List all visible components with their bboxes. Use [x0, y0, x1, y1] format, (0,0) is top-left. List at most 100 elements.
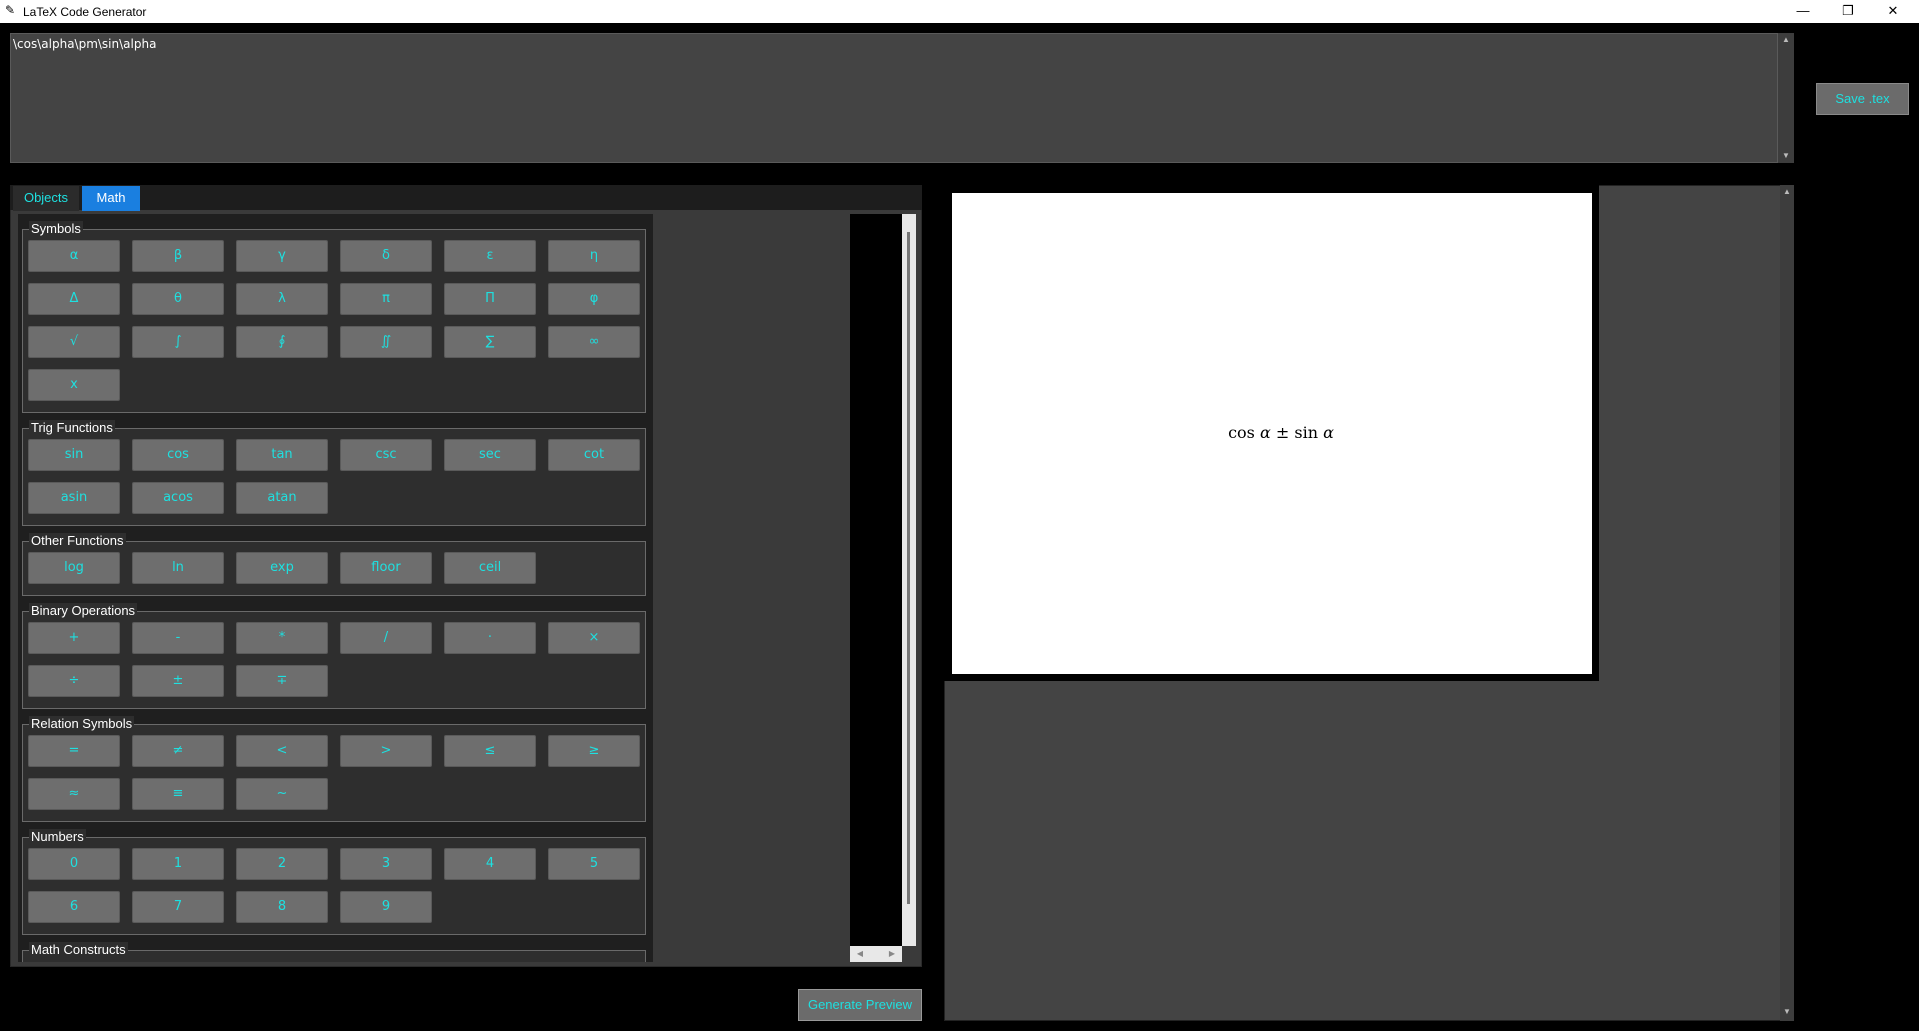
insert-button[interactable]: x	[28, 369, 120, 401]
insert-button[interactable]: 0	[28, 848, 120, 880]
insert-button[interactable]: γ	[236, 240, 328, 272]
feather-icon: ✎	[5, 3, 16, 17]
insert-button[interactable]: ∬	[340, 326, 432, 358]
group-other-functions: Other Functions log ln exp floor ceil	[22, 533, 646, 596]
insert-button[interactable]: csc	[340, 439, 432, 471]
minimize-button[interactable]: —	[1781, 0, 1825, 23]
insert-button[interactable]: Π	[444, 283, 536, 315]
insert-button[interactable]: <	[236, 735, 328, 767]
insert-button[interactable]: cos	[132, 439, 224, 471]
insert-button[interactable]: atan	[236, 482, 328, 514]
scroll-down-icon[interactable]: ▼	[1778, 151, 1794, 160]
group-trig-functions: Trig Functions sin cos tan csc sec cot asin acos…	[22, 420, 646, 526]
insert-button[interactable]: 8	[236, 891, 328, 923]
insert-button[interactable]: asin	[28, 482, 120, 514]
insert-button[interactable]: cot	[548, 439, 640, 471]
insert-button[interactable]: φ	[548, 283, 640, 315]
group-label: Symbols	[29, 221, 83, 236]
insert-button[interactable]: 4	[444, 848, 536, 880]
insert-button[interactable]: 7	[132, 891, 224, 923]
save-tex-button[interactable]: Save .tex	[1816, 83, 1909, 115]
editor-scrollbar[interactable]: ▲ ▼	[1778, 33, 1794, 163]
group-numbers: Numbers 0 1 2 3 4 5 6 7 8 9	[22, 829, 646, 935]
tab-strip	[10, 185, 922, 210]
insert-button[interactable]: sin	[28, 439, 120, 471]
insert-button[interactable]: floor	[340, 552, 432, 584]
tab-objects[interactable]: Objects	[13, 186, 79, 211]
insert-button[interactable]: 3	[340, 848, 432, 880]
title-bar: ✎ LaTeX Code Generator — ❐ ✕	[0, 0, 1919, 23]
insert-button[interactable]: ∮	[236, 326, 328, 358]
insert-button[interactable]: 9	[340, 891, 432, 923]
insert-button[interactable]: ∫	[132, 326, 224, 358]
latex-code-editor[interactable]: \cos\alpha\pm\sin\alpha	[10, 33, 1778, 163]
group-relation-symbols: Relation Symbols = ≠ < > ≤ ≥ ≈ ≡ ~	[22, 716, 646, 822]
insert-button[interactable]: =	[28, 735, 120, 767]
insert-button[interactable]: α	[28, 240, 120, 272]
insert-button[interactable]: tan	[236, 439, 328, 471]
insert-button[interactable]: δ	[340, 240, 432, 272]
window-title: LaTeX Code Generator	[23, 5, 147, 19]
insert-button[interactable]: >	[340, 735, 432, 767]
scroll-left-icon[interactable]: ◀	[852, 949, 868, 958]
formula-cos: cos	[1228, 423, 1255, 442]
insert-button[interactable]: Δ	[28, 283, 120, 315]
insert-button[interactable]: 1	[132, 848, 224, 880]
insert-button[interactable]: ∓	[236, 665, 328, 697]
insert-button[interactable]: exp	[236, 552, 328, 584]
insert-button[interactable]: 6	[28, 891, 120, 923]
group-label: Trig Functions	[29, 420, 115, 435]
insert-button[interactable]: √	[28, 326, 120, 358]
insert-button[interactable]: ÷	[28, 665, 120, 697]
formula-pm: ±	[1275, 423, 1295, 442]
insert-button[interactable]: η	[548, 240, 640, 272]
scroll-up-icon[interactable]: ▲	[1779, 187, 1795, 196]
insert-button[interactable]: ε	[444, 240, 536, 272]
insert-button[interactable]: 5	[548, 848, 640, 880]
insert-button[interactable]: ln	[132, 552, 224, 584]
insert-button[interactable]: log	[28, 552, 120, 584]
insert-button[interactable]: ∑	[444, 326, 536, 358]
math-horizontal-scrollbar[interactable]: ◀ ▶	[850, 946, 902, 962]
insert-button[interactable]: ≤	[444, 735, 536, 767]
scroll-up-icon[interactable]: ▲	[1778, 35, 1794, 44]
formula-alpha: α	[1259, 423, 1271, 442]
tab-math[interactable]: Math	[82, 186, 140, 211]
insert-button[interactable]: ≈	[28, 778, 120, 810]
insert-button[interactable]: ceil	[444, 552, 536, 584]
latex-code-text: \cos\alpha\pm\sin\alpha	[13, 37, 157, 51]
insert-button[interactable]: β	[132, 240, 224, 272]
insert-button[interactable]: θ	[132, 283, 224, 315]
insert-button[interactable]: acos	[132, 482, 224, 514]
maximize-button[interactable]: ❐	[1826, 0, 1870, 23]
close-button[interactable]: ✕	[1871, 0, 1915, 23]
insert-button[interactable]: 2	[236, 848, 328, 880]
insert-button[interactable]: /	[340, 622, 432, 654]
scroll-right-icon[interactable]: ▶	[884, 949, 900, 958]
insert-button[interactable]: ±	[132, 665, 224, 697]
insert-button[interactable]: +	[28, 622, 120, 654]
insert-button[interactable]: ·	[444, 622, 536, 654]
preview-scrollbar[interactable]: ▲ ▼	[1780, 185, 1794, 1021]
insert-button[interactable]: λ	[236, 283, 328, 315]
insert-button[interactable]: ≠	[132, 735, 224, 767]
generate-preview-button[interactable]: Generate Preview	[798, 989, 922, 1021]
insert-button[interactable]: ≥	[548, 735, 640, 767]
insert-button[interactable]: ≡	[132, 778, 224, 810]
scroll-down-icon[interactable]: ▼	[1779, 1007, 1795, 1016]
insert-button[interactable]: -	[132, 622, 224, 654]
group-binary-operations: Binary Operations + - * / · × ÷ ± ∓	[22, 603, 646, 709]
group-label: Math Constructs	[29, 942, 128, 957]
insert-button[interactable]: ∞	[548, 326, 640, 358]
insert-button[interactable]: π	[340, 283, 432, 315]
insert-button[interactable]: ×	[548, 622, 640, 654]
insert-button[interactable]: sec	[444, 439, 536, 471]
group-label: Binary Operations	[29, 603, 138, 618]
preview-canvas: cos α ± sin α	[952, 193, 1592, 674]
group-symbols: Symbols α β γ δ ε η Δθ λ π Πφ √ ∫ ∮ ∬ ∑ ∞ x	[22, 221, 646, 413]
math-vertical-scrollbar[interactable]	[902, 214, 916, 946]
insert-button[interactable]: *	[236, 622, 328, 654]
scroll-thumb[interactable]	[907, 232, 910, 904]
group-label: Relation Symbols	[29, 716, 135, 731]
insert-button[interactable]: ~	[236, 778, 328, 810]
